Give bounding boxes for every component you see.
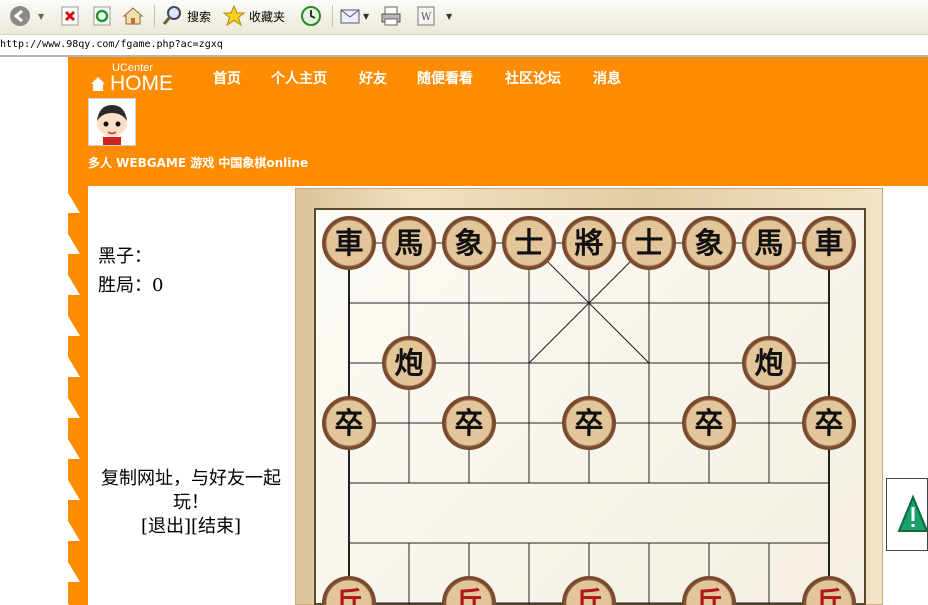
piece-label: 兵 [334, 586, 363, 605]
piece-label: 車 [814, 226, 843, 260]
black-piece[interactable]: 將 [562, 216, 616, 270]
black-piece[interactable]: 卒 [562, 396, 616, 450]
piece-label: 卒 [574, 406, 603, 440]
piece-label: 象 [454, 226, 483, 260]
red-piece[interactable]: 兵 [322, 576, 376, 605]
piece-label: 兵 [814, 586, 843, 605]
black-piece[interactable]: 馬 [742, 216, 796, 270]
piece-label: 卒 [454, 406, 483, 440]
red-piece[interactable]: 兵 [442, 576, 496, 605]
piece-label: 兵 [694, 586, 723, 605]
piece-label: 兵 [574, 586, 603, 605]
piece-label: 炮 [754, 346, 783, 380]
black-piece[interactable]: 士 [502, 216, 556, 270]
red-piece[interactable]: 兵 [562, 576, 616, 605]
black-piece[interactable]: 馬 [382, 216, 436, 270]
piece-label: 卒 [814, 406, 843, 440]
black-piece[interactable]: 卒 [682, 396, 736, 450]
black-piece[interactable]: 卒 [802, 396, 856, 450]
board-overlay: 車馬象士將士象馬車炮 炮卒卒卒卒卒兵兵兵兵兵 [322, 216, 856, 605]
piece-label: 將 [574, 226, 603, 260]
black-piece[interactable]: 士 [622, 216, 676, 270]
black-piece[interactable]: 卒 [322, 396, 376, 450]
piece-label: 卒 [334, 406, 363, 440]
piece-label: 兵 [454, 586, 483, 605]
warning-icon [897, 494, 928, 532]
piece-label: 卒 [694, 406, 723, 440]
side-alert-panel[interactable] [886, 478, 928, 551]
black-piece[interactable]: 炮 [742, 336, 796, 390]
red-piece[interactable]: 兵 [682, 576, 736, 605]
piece-label: 車 [334, 226, 363, 260]
red-piece[interactable]: 兵 [802, 576, 856, 605]
piece-label: 炮 [394, 346, 423, 380]
black-piece[interactable]: 卒 [442, 396, 496, 450]
black-piece[interactable]: 炮 [382, 336, 436, 390]
piece-label: 士 [514, 226, 543, 260]
piece-label: 馬 [394, 226, 423, 260]
black-piece[interactable]: 車 [322, 216, 376, 270]
black-piece[interactable]: 車 [802, 216, 856, 270]
piece-label: 象 [694, 226, 723, 260]
piece-label: 馬 [754, 226, 783, 260]
piece-label: 士 [634, 226, 663, 260]
black-piece[interactable]: 象 [442, 216, 496, 270]
black-piece[interactable]: 象 [682, 216, 736, 270]
